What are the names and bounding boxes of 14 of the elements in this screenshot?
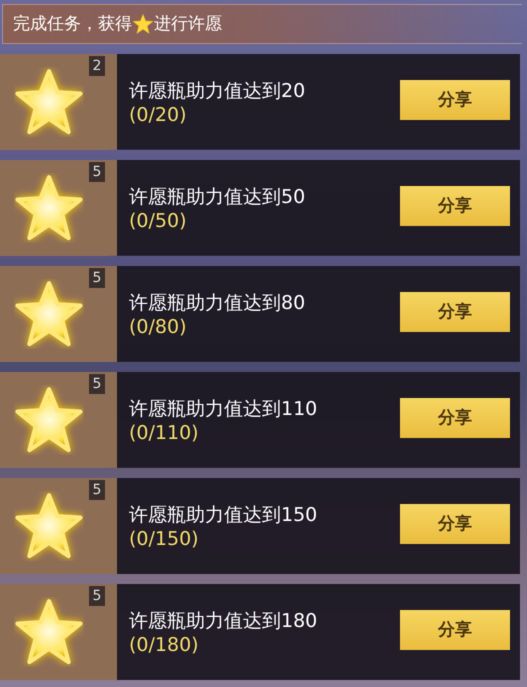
reward-count: 5 (89, 162, 105, 182)
task-title: 许愿瓶助力值达到20 (129, 78, 306, 104)
reward-count: 5 (89, 586, 105, 606)
reward-count: 2 (89, 56, 105, 76)
task-title: 许愿瓶助力值达到80 (129, 290, 306, 316)
task-title: 许愿瓶助力值达到150 (129, 502, 318, 528)
reward-count: 5 (89, 480, 105, 500)
task-title: 许愿瓶助力值达到110 (129, 396, 318, 422)
reward-count: 5 (89, 268, 105, 288)
task-title: 许愿瓶助力值达到180 (129, 608, 318, 634)
reward-count: 5 (89, 374, 105, 394)
task-title: 许愿瓶助力值达到50 (129, 184, 306, 210)
header-text: 完成任务，获得 (13, 13, 132, 36)
header-text: 进行许愿 (154, 13, 222, 36)
